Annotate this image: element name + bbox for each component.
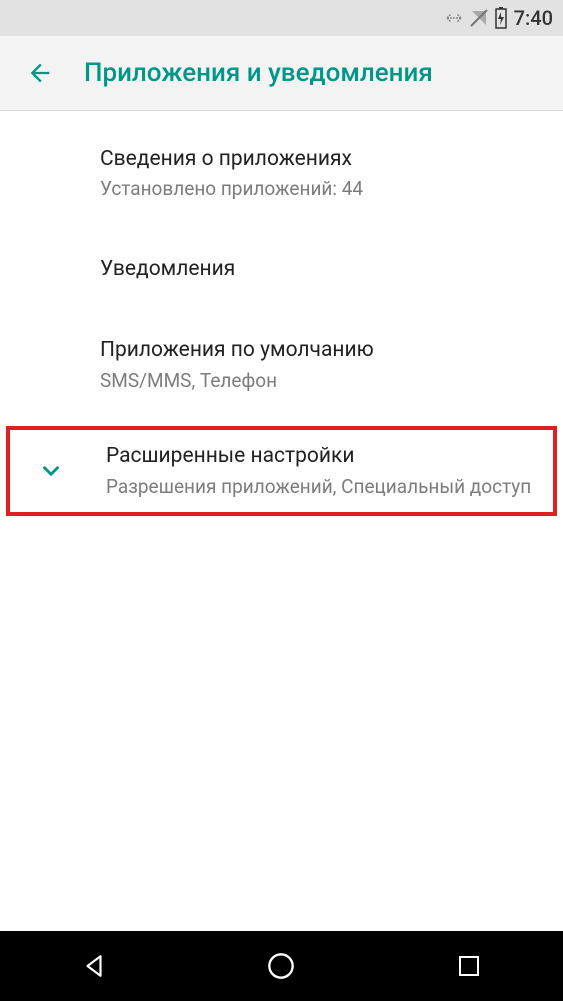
status-time: 7:40 [514, 6, 553, 30]
default-apps-item[interactable]: Приложения по умолчанию SMS/MMS, Телефон [0, 322, 563, 408]
status-bar: 7:40 [0, 0, 563, 36]
advanced-settings-item[interactable]: Расширенные настройки Разрешения приложе… [6, 426, 557, 516]
item-subtitle: Установлено приложений: 44 [100, 176, 543, 203]
nav-home-button[interactable] [251, 936, 311, 996]
data-transfer-icon [444, 10, 464, 26]
no-sim-icon [470, 9, 488, 27]
page-title: Приложения и уведомления [84, 58, 433, 88]
navigation-bar [0, 931, 563, 1001]
back-button[interactable] [20, 53, 60, 93]
item-title: Сведения о приложениях [100, 145, 543, 174]
app-bar: Приложения и уведомления [0, 36, 563, 111]
notifications-item[interactable]: Уведомления [0, 241, 563, 298]
chevron-down-icon [38, 458, 64, 488]
app-info-item[interactable]: Сведения о приложениях Установлено прило… [0, 131, 563, 217]
item-title: Расширенные настройки [106, 442, 537, 471]
nav-back-button[interactable] [64, 936, 124, 996]
settings-list: Сведения о приложениях Установлено прило… [0, 111, 563, 516]
item-title: Уведомления [100, 255, 543, 284]
item-subtitle: SMS/MMS, Телефон [100, 368, 543, 395]
square-recent-icon [457, 954, 481, 978]
triangle-back-icon [81, 953, 107, 979]
item-subtitle: Разрешения приложений, Специальный досту… [106, 474, 537, 501]
item-title: Приложения по умолчанию [100, 336, 543, 365]
arrow-back-icon [26, 59, 54, 87]
battery-charging-icon [494, 7, 508, 29]
circle-home-icon [267, 952, 295, 980]
nav-recent-button[interactable] [439, 936, 499, 996]
